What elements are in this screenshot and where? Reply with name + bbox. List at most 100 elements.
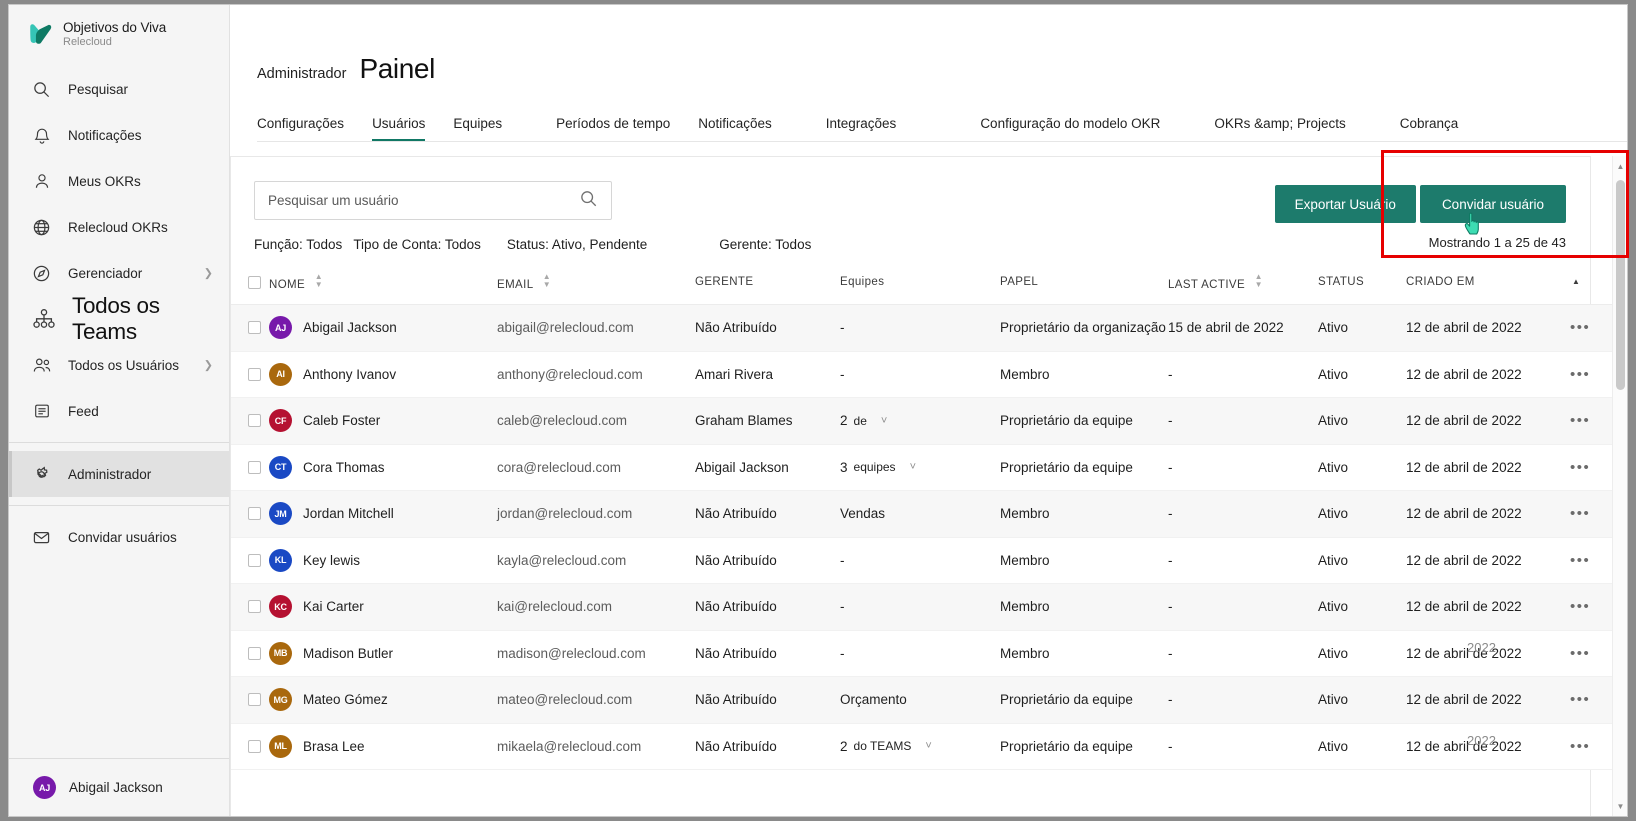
tab-usu-rios[interactable]: Usuários <box>372 116 426 141</box>
column-header-criado-em[interactable]: CRIADO EM <box>1406 261 1566 305</box>
chevron-down-icon[interactable]: ˅ <box>910 461 916 473</box>
table-row[interactable]: MB Madison Butler madison@relecloud.com Não… <box>231 630 1626 677</box>
user-name[interactable]: Kai Carter <box>303 599 364 614</box>
tab-notifica-es[interactable]: Notificações <box>698 116 772 141</box>
sidebar-item-administrador[interactable]: Administrador <box>9 451 229 497</box>
row-more-button[interactable]: ••• <box>1566 319 1590 336</box>
row-checkbox[interactable] <box>248 414 261 428</box>
row-checkbox[interactable] <box>248 460 261 474</box>
select-all-checkbox[interactable] <box>248 275 261 289</box>
tab-equipes[interactable]: Equipes <box>453 116 502 141</box>
user-name[interactable]: Brasa Lee <box>303 739 365 754</box>
sidebar-item-meus-okrs[interactable]: Meus OKRs <box>9 158 229 204</box>
invite-user-button[interactable]: Convidar usuário <box>1419 185 1566 223</box>
chevron-right-icon: ❯ <box>203 359 213 372</box>
column-header-equipes[interactable]: Equipes <box>840 261 1000 305</box>
row-checkbox[interactable] <box>248 693 261 707</box>
row-more-button[interactable]: ••• <box>1566 738 1590 755</box>
scroll-up-icon[interactable]: ▲ <box>1613 158 1627 174</box>
avatar: AJ <box>33 776 56 799</box>
row-checkbox[interactable] <box>248 321 261 335</box>
sidebar-item-gerenciador[interactable]: Gerenciador ❯ <box>9 250 229 296</box>
search-user-box[interactable] <box>254 181 612 220</box>
tab-cobran-a[interactable]: Cobrança <box>1400 116 1459 141</box>
status-badge: Ativo <box>1318 459 1349 475</box>
last-active-value: - <box>1168 459 1173 475</box>
vertical-scrollbar[interactable]: ▲ ▼ <box>1612 156 1627 816</box>
row-more-button[interactable]: ••• <box>1566 505 1590 522</box>
sidebar-item-notificacoes[interactable]: Notificações <box>9 112 229 158</box>
row-more-button[interactable]: ••• <box>1566 366 1590 383</box>
row-checkbox[interactable] <box>248 367 261 381</box>
breadcrumb[interactable]: Administrador <box>257 66 346 82</box>
sidebar-item-label: Relecloud OKRs <box>68 219 168 235</box>
table-row[interactable]: CT Cora Thomas cora@relecloud.com Abigail J… <box>231 444 1626 491</box>
user-name[interactable]: Key lewis <box>303 553 360 568</box>
row-more-button[interactable]: ••• <box>1566 691 1590 708</box>
filter-tipo-de-conta[interactable]: Tipo de Conta: Todos <box>353 237 481 252</box>
table-row[interactable]: MG Mateo Gómez mateo@relecloud.com Não Atri… <box>231 676 1626 724</box>
user-name[interactable]: Abigail Jackson <box>303 320 397 335</box>
filter-status[interactable]: Status: Ativo, Pendente <box>507 237 647 252</box>
column-header-email[interactable]: EMAIL ▲ ▼ <box>497 261 695 305</box>
search-input[interactable] <box>268 193 579 208</box>
row-checkbox[interactable] <box>248 646 261 660</box>
row-checkbox[interactable] <box>248 507 261 521</box>
row-more-button[interactable]: ••• <box>1566 459 1590 476</box>
row-more-button[interactable]: ••• <box>1566 552 1590 569</box>
row-more-button[interactable]: ••• <box>1566 412 1590 429</box>
row-checkbox[interactable] <box>248 553 261 567</box>
table-row[interactable]: ML Brasa Lee mikaela@relecloud.com Não Atri… <box>231 723 1626 770</box>
role-value: Proprietário da organização <box>1000 320 1166 336</box>
row-checkbox[interactable] <box>248 739 261 753</box>
user-name[interactable]: Jordan Mitchell <box>303 506 394 521</box>
sort-icon[interactable]: ▲ ▼ <box>1255 273 1263 289</box>
table-row[interactable]: KC Kai Carter kai@relecloud.com Não Atribuí… <box>231 583 1626 631</box>
sidebar-profile[interactable]: AJ Abigail Jackson <box>9 758 229 816</box>
sort-icon[interactable]: ▲ ▼ <box>543 273 551 289</box>
column-header-papel[interactable]: PAPEL <box>1000 261 1168 305</box>
table-row[interactable]: CF Caleb Foster caleb@relecloud.com Graham … <box>231 397 1626 445</box>
filter-funcao[interactable]: Função: Todos <box>254 237 342 252</box>
sort-icon[interactable]: ▲ ▼ <box>315 273 323 289</box>
user-name[interactable]: Caleb Foster <box>303 413 380 428</box>
table-row[interactable]: JM Jordan Mitchell jordan@relecloud.com Não… <box>231 490 1626 538</box>
brand[interactable]: Objetivos do Viva Relecloud <box>9 5 229 60</box>
user-name[interactable]: Madison Butler <box>303 646 393 661</box>
sidebar-item-todos-os-teams[interactable]: Todos os Teams <box>9 293 229 344</box>
table-row[interactable]: KL Key lewis kayla@relecloud.com Não Atribu… <box>231 537 1626 584</box>
sidebar-item-convidar-usuarios[interactable]: Convidar usuários <box>9 514 229 560</box>
sidebar-item-feed[interactable]: Feed <box>9 388 229 434</box>
user-name[interactable]: Anthony Ivanov <box>303 367 396 382</box>
last-active-value: - <box>1168 599 1173 615</box>
sidebar-item-pesquisar[interactable]: Pesquisar <box>9 66 229 112</box>
sidebar-item-relecloud-okrs[interactable]: Relecloud OKRs <box>9 204 229 250</box>
row-more-button[interactable]: ••• <box>1566 645 1590 662</box>
scrollbar-thumb[interactable] <box>1616 180 1625 390</box>
column-header-last-active[interactable]: LAST ACTIVE ▲ ▼ <box>1168 261 1318 305</box>
column-header-status[interactable]: STATUS <box>1318 261 1406 305</box>
avatar: AJ <box>269 316 292 340</box>
tab-configura-o-do-modelo-okr[interactable]: Configuração do modelo OKR <box>980 116 1160 141</box>
search-icon[interactable] <box>579 189 598 213</box>
table-row[interactable]: AJ Abigail Jackson abigail@relecloud.com Nã… <box>231 304 1626 352</box>
user-name[interactable]: Cora Thomas <box>303 460 385 475</box>
filter-gerente[interactable]: Gerente: Todos <box>719 237 811 252</box>
user-name[interactable]: Mateo Gómez <box>303 692 388 707</box>
manager-value: Abigail Jackson <box>695 459 789 475</box>
tab-integra-es[interactable]: Integrações <box>826 116 897 141</box>
column-header-nome[interactable]: NOME ▲ ▼ <box>269 261 497 305</box>
scroll-down-icon[interactable]: ▼ <box>1613 798 1627 814</box>
row-checkbox[interactable] <box>248 600 261 614</box>
export-user-button[interactable]: Exportar Usuário <box>1274 185 1416 223</box>
tab-per-odos-de-tempo[interactable]: Períodos de tempo <box>556 116 670 141</box>
chevron-down-icon[interactable]: ˅ <box>925 740 931 752</box>
sidebar-item-todos-os-usuarios[interactable]: Todos os Usuários ❯ <box>9 342 229 388</box>
chevron-down-icon[interactable]: ˅ <box>881 415 887 427</box>
table-row[interactable]: AI Anthony Ivanov anthony@relecloud.com Ama… <box>231 351 1626 398</box>
sort-asc-icon[interactable]: ▲ <box>1572 278 1580 286</box>
row-more-button[interactable]: ••• <box>1566 598 1590 615</box>
tab-configura-es[interactable]: Configurações <box>257 116 344 141</box>
column-header-gerente[interactable]: GERENTE <box>695 261 840 305</box>
tab-okrs-amp-projects[interactable]: OKRs &amp; Projects <box>1214 116 1345 141</box>
